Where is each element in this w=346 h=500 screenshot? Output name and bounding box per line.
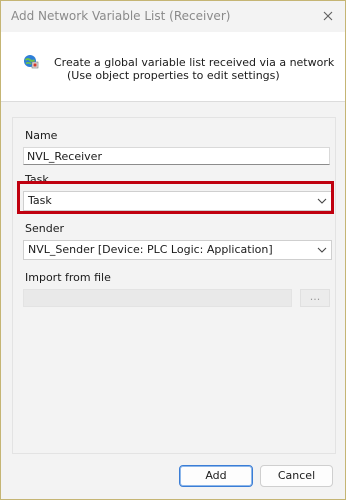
name-input[interactable]: NVL_Receiver xyxy=(23,147,330,165)
task-highlight-frame xyxy=(17,181,334,214)
close-icon xyxy=(323,11,333,21)
name-label: Name xyxy=(25,129,58,142)
add-button[interactable]: Add xyxy=(179,465,253,487)
network-globe-icon xyxy=(24,55,39,69)
close-button[interactable] xyxy=(317,5,339,27)
window-title: Add Network Variable List (Receiver) xyxy=(11,9,231,23)
import-file-input[interactable] xyxy=(23,289,292,307)
chevron-down-icon xyxy=(317,247,327,253)
sender-select[interactable]: NVL_Sender [Device: PLC Logic: Applicati… xyxy=(23,240,332,260)
browse-button[interactable]: ... xyxy=(300,289,330,307)
sender-label: Sender xyxy=(25,222,64,235)
header-divider xyxy=(1,101,345,102)
sender-select-value: NVL_Sender [Device: PLC Logic: Applicati… xyxy=(28,243,273,256)
title-bar: Add Network Variable List (Receiver) xyxy=(1,1,345,32)
import-label: Import from file xyxy=(25,271,111,284)
header-description: Create a global variable list received v… xyxy=(54,56,335,69)
header-hint: (Use object properties to edit settings) xyxy=(67,69,280,82)
dialog-header: Create a global variable list received v… xyxy=(1,32,345,101)
dialog-window: Add Network Variable List (Receiver) Cre… xyxy=(0,0,346,500)
form-panel xyxy=(12,117,336,454)
cancel-button[interactable]: Cancel xyxy=(260,465,333,487)
